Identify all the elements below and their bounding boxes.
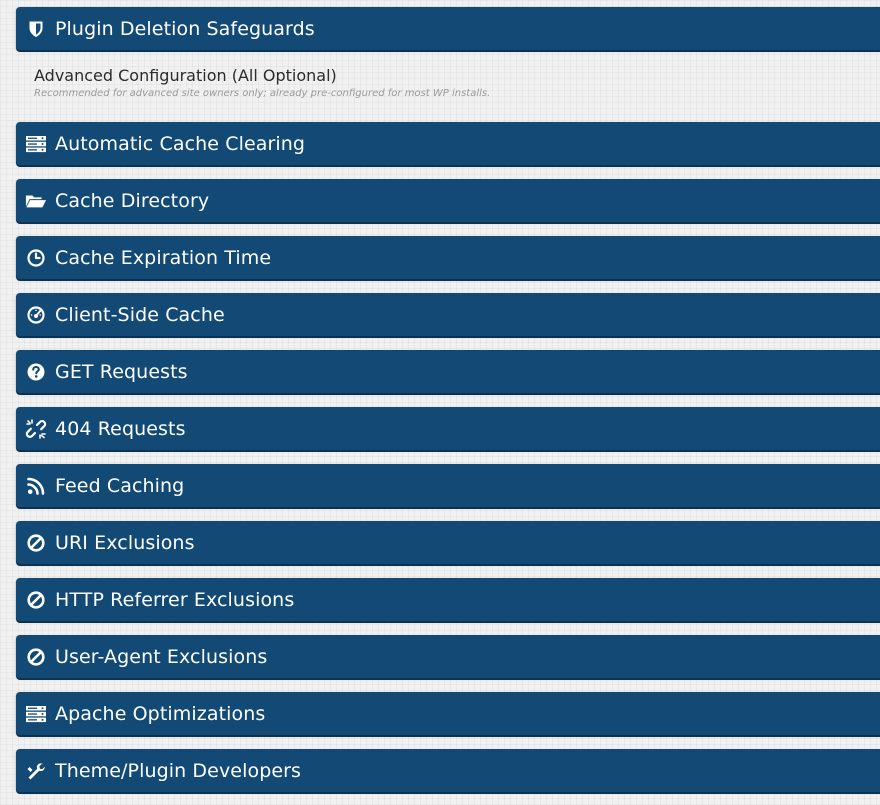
panel-label: Cache Directory xyxy=(55,189,210,212)
broken-link-icon xyxy=(25,418,47,440)
ban-icon xyxy=(25,532,47,554)
panel-label: URI Exclusions xyxy=(55,531,195,554)
panel-get-requests[interactable]: GET Requests xyxy=(16,350,880,393)
panel-label: Client-Side Cache xyxy=(55,303,225,326)
panel-cache-directory[interactable]: Cache Directory xyxy=(16,179,880,222)
panel-label: Cache Expiration Time xyxy=(55,246,272,269)
panel-label: User-Agent Exclusions xyxy=(55,645,268,668)
wrench-icon xyxy=(25,760,47,782)
panel-label: Apache Optimizations xyxy=(55,702,266,725)
folder-open-icon xyxy=(25,190,47,212)
server-icon xyxy=(25,703,47,725)
section-title: Advanced Configuration (All Optional) xyxy=(34,66,337,85)
panel-label: Feed Caching xyxy=(55,474,185,497)
question-circle-icon xyxy=(25,361,47,383)
panel-label: Theme/Plugin Developers xyxy=(55,759,302,782)
dashboard-icon xyxy=(25,304,47,326)
panel-plugin-deletion-safeguards[interactable]: Plugin Deletion Safeguards xyxy=(16,7,880,50)
panel-label: GET Requests xyxy=(55,360,188,383)
ban-icon xyxy=(25,646,47,668)
section-subtitle: Recommended for advanced site owners onl… xyxy=(34,88,491,99)
panel-automatic-cache-clearing[interactable]: Automatic Cache Clearing xyxy=(16,122,880,165)
ban-icon xyxy=(25,589,47,611)
advanced-configuration-heading: Advanced Configuration (All Optional) Re… xyxy=(34,66,854,100)
panel-404-requests[interactable]: 404 Requests xyxy=(16,407,880,450)
panel-http-referrer-exclusions[interactable]: HTTP Referrer Exclusions xyxy=(16,578,880,621)
panel-feed-caching[interactable]: Feed Caching xyxy=(16,464,880,507)
panel-label: HTTP Referrer Exclusions xyxy=(55,588,295,611)
shield-icon xyxy=(25,18,47,40)
server-icon xyxy=(25,133,47,155)
panel-label: Plugin Deletion Safeguards xyxy=(55,17,315,40)
panel-uri-exclusions[interactable]: URI Exclusions xyxy=(16,521,880,564)
panel-label: Automatic Cache Clearing xyxy=(55,132,306,155)
panel-client-side-cache[interactable]: Client-Side Cache xyxy=(16,293,880,336)
panel-cache-expiration-time[interactable]: Cache Expiration Time xyxy=(16,236,880,279)
rss-icon xyxy=(25,475,47,497)
panel-user-agent-exclusions[interactable]: User-Agent Exclusions xyxy=(16,635,880,678)
panel-apache-optimizations[interactable]: Apache Optimizations xyxy=(16,692,880,735)
clock-icon xyxy=(25,247,47,269)
panel-label: 404 Requests xyxy=(55,417,186,440)
panel-theme-plugin-developers[interactable]: Theme/Plugin Developers xyxy=(16,749,880,792)
